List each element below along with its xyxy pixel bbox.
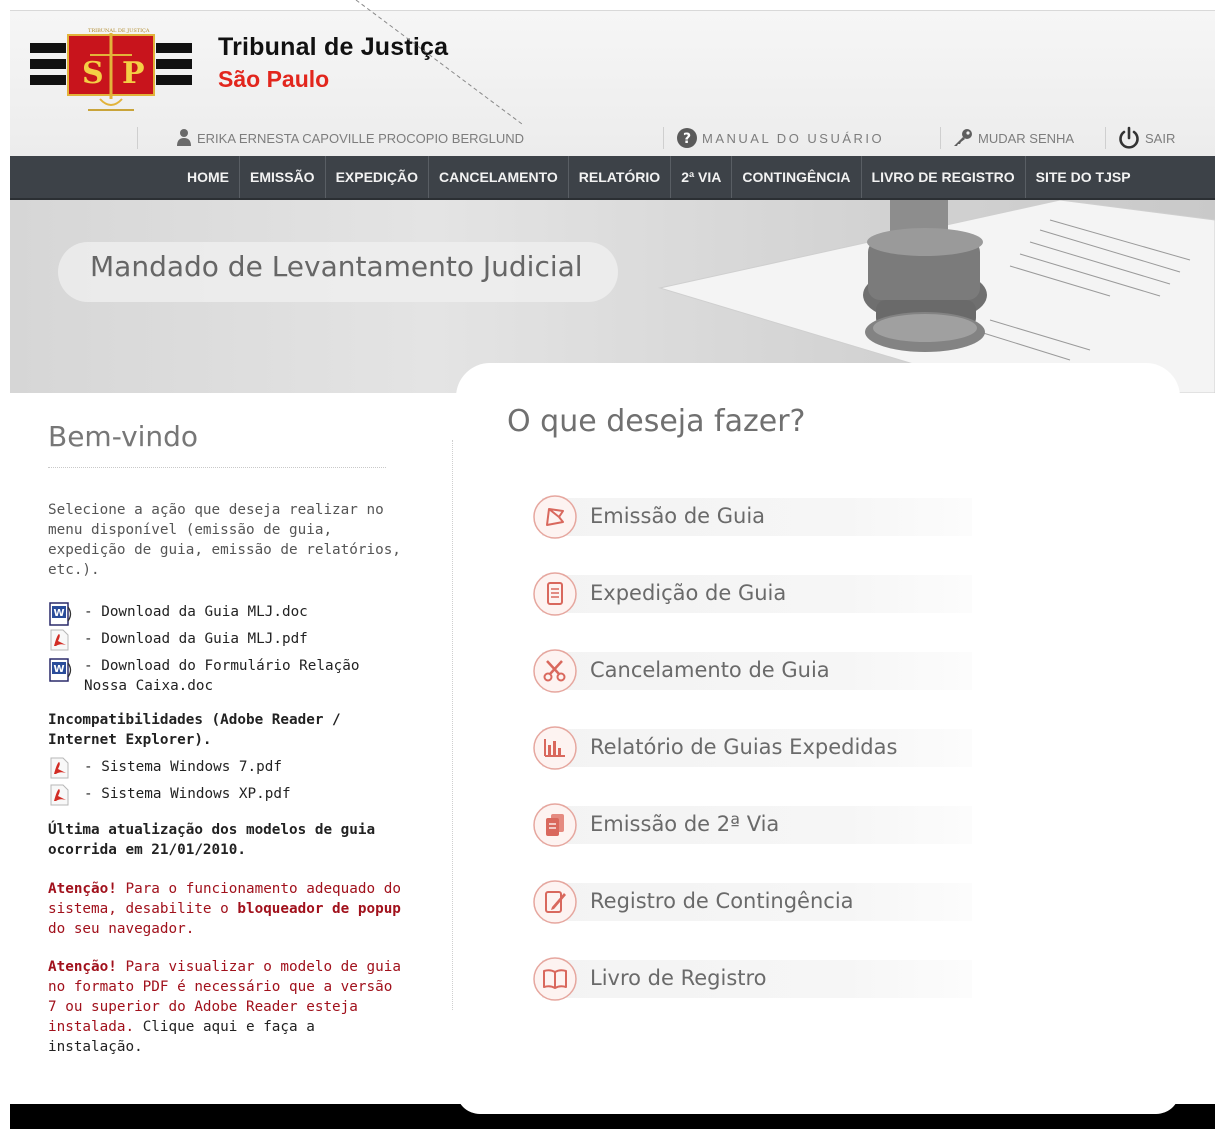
user-icon (177, 129, 191, 146)
action-label: Cancelamento de Guia (590, 658, 830, 682)
nav-item-home[interactable]: HOME (177, 156, 239, 198)
page-title: Mandado de Levantamento Judicial (90, 250, 583, 283)
pdf-icon (50, 784, 69, 806)
emission-icon (533, 495, 577, 539)
svg-text:W: W (53, 608, 64, 619)
manual-link[interactable]: ? MANUAL DO USUÁRIO (676, 127, 884, 149)
header: TRIBUNAL DE JUSTIÇA S P Tribunal de Just… (10, 10, 1215, 156)
pdf-icon (50, 629, 69, 651)
nav-items: HOME EMISSÃO EXPEDIÇÃO CANCELAMENTO RELA… (177, 156, 1141, 198)
svg-text:?: ? (683, 131, 691, 147)
action-emissao-2-via[interactable]: Emissão de 2ª Via (532, 803, 972, 847)
logout-label: SAIR (1145, 130, 1176, 146)
action-label: Emissão de Guia (590, 504, 766, 528)
incompatibility-list: - Sistema Windows 7.pdf - Sistema Window… (48, 757, 408, 806)
warning-strong-popup: bloqueador de popup (237, 901, 401, 917)
nav-item-2-via[interactable]: 2ª VIA (670, 156, 731, 198)
nav-item-cancelamento[interactable]: CANCELAMENTO (428, 156, 568, 198)
logout-link[interactable]: SAIR (1117, 126, 1176, 149)
adobe-warning: Atenção! Para visualizar o modelo de gui… (48, 957, 408, 1057)
action-label: Livro de Registro (590, 966, 767, 990)
separator (1105, 127, 1106, 149)
nav-item-site-tjsp[interactable]: SITE DO TJSP (1024, 156, 1141, 198)
power-icon (1119, 126, 1139, 149)
book-icon (533, 957, 577, 1001)
download-label: - Download do Formulário Relação Nossa C… (84, 658, 360, 694)
tjsp-emblem-icon: TRIBUNAL DE JUSTIÇA S P (30, 28, 192, 111)
action-label: Registro de Contingência (590, 889, 854, 913)
welcome-heading: Bem-vindo (48, 420, 199, 453)
windowsxp-pdf-link[interactable]: - Sistema Windows XP.pdf (48, 784, 408, 806)
last-update-note: Última atualização dos modelos de guia o… (48, 822, 376, 858)
nav-item-contingencia[interactable]: CONTINGÊNCIA (731, 156, 860, 198)
logo-seal-text: TRIBUNAL DE JUSTIÇA (88, 28, 150, 34)
document-icon (533, 572, 577, 616)
user-bar: ERIKA ERNESTA CAPOVILLE PROCOPIO BERGLUN… (10, 119, 1215, 157)
svg-text:W: W (53, 664, 64, 675)
action-label: Relatório de Guias Expedidas (590, 735, 898, 759)
action-emissao-guia[interactable]: Emissão de Guia (532, 495, 972, 539)
welcome-divider (48, 467, 386, 468)
separator (137, 127, 138, 149)
bar-chart-icon (533, 726, 577, 770)
incompatibility-heading: Incompatibilidades (Adobe Reader / Inter… (48, 712, 341, 748)
pdf-icon (50, 757, 69, 779)
popup-warning: Atenção! Para o funcionamento adequado d… (48, 879, 408, 939)
nav-item-emissao[interactable]: EMISSÃO (239, 156, 325, 198)
download-label: - Download da Guia MLJ.pdf (84, 631, 308, 647)
download-list: W - Download da Guia MLJ.doc - Download … (48, 602, 408, 696)
logo-subtitle: São Paulo (218, 66, 330, 92)
windows7-pdf-link[interactable]: - Sistema Windows 7.pdf (48, 757, 408, 779)
nav-item-relatorio[interactable]: RELATÓRIO (567, 156, 670, 198)
copy-icon (533, 803, 577, 847)
separator (663, 127, 664, 149)
help-icon: ? (677, 128, 697, 148)
action-cancelamento-guia[interactable]: Cancelamento de Guia (532, 649, 972, 693)
warning-strong: Atenção! (48, 959, 117, 975)
intro-text: Selecione a ação que deseja realizar no … (48, 502, 401, 578)
logo-title: Tribunal de Justiça (218, 33, 449, 61)
scissors-icon (533, 649, 577, 693)
download-formulario-doc-link[interactable]: W - Download do Formulário Relação Nossa… (48, 656, 408, 696)
change-password-link[interactable]: MUDAR SENHA (952, 127, 1074, 149)
download-guia-doc-link[interactable]: W - Download da Guia MLJ.doc (48, 602, 408, 626)
edit-note-icon (533, 880, 577, 924)
download-guia-pdf-link[interactable]: - Download da Guia MLJ.pdf (48, 629, 408, 651)
tjsp-logo[interactable]: TRIBUNAL DE JUSTIÇA S P (30, 25, 192, 117)
word-doc-icon: W (49, 658, 72, 682)
user-name: ERIKA ERNESTA CAPOVILLE PROCOPIO BERGLUN… (197, 130, 525, 146)
column-divider (452, 440, 453, 1010)
welcome-column: Bem-vindo Selecione a ação que deseja re… (48, 420, 408, 1057)
main-nav: HOME EMISSÃO EXPEDIÇÃO CANCELAMENTO RELA… (10, 156, 1215, 200)
separator (940, 127, 941, 149)
action-label: Emissão de 2ª Via (590, 812, 780, 836)
warning-strong: Atenção! (48, 881, 117, 897)
action-relatorio-guias[interactable]: Relatório de Guias Expedidas (532, 726, 972, 770)
word-doc-icon: W (49, 602, 72, 626)
page-frame: TRIBUNAL DE JUSTIÇA S P Tribunal de Just… (10, 10, 1215, 1129)
user-info: ERIKA ERNESTA CAPOVILLE PROCOPIO BERGLUN… (175, 127, 524, 149)
change-password-label: MUDAR SENHA (978, 130, 1075, 146)
panel-bottom-edge (456, 1090, 1180, 1114)
warning-text: do seu navegador. (48, 921, 195, 937)
download-label: - Download da Guia MLJ.doc (84, 604, 308, 620)
manual-label: MANUAL DO USUÁRIO (702, 130, 885, 146)
logo-emblem-right: P (122, 56, 145, 91)
download-label: - Sistema Windows XP.pdf (84, 786, 291, 802)
download-label: - Sistema Windows 7.pdf (84, 759, 282, 775)
nav-item-livro-registro[interactable]: LIVRO DE REGISTRO (860, 156, 1025, 198)
nav-item-expedicao[interactable]: EXPEDIÇÃO (324, 156, 428, 198)
action-registro-contingencia[interactable]: Registro de Contingência (532, 880, 972, 924)
action-expedicao-guia[interactable]: Expedição de Guia (532, 572, 972, 616)
actions-heading: O que deseja fazer? (507, 404, 806, 439)
action-label: Expedição de Guia (590, 581, 787, 605)
action-livro-registro[interactable]: Livro de Registro (532, 957, 972, 1001)
key-icon (954, 129, 972, 146)
logo-emblem-left: S (82, 56, 104, 91)
